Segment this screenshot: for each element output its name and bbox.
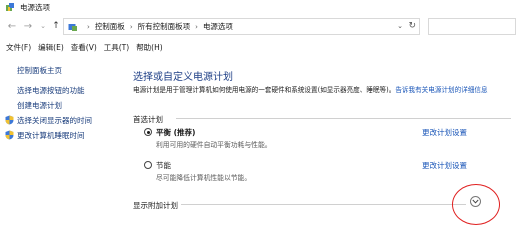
shield-icon [5, 130, 14, 140]
page-title: 选择或自定义电源计划 [133, 72, 233, 83]
change-plan-settings-link[interactable]: 更改计划设置 [422, 127, 467, 138]
sidebar-item-create-plan[interactable]: 创建电源计划 [17, 100, 62, 111]
navigation-row: ← → ⌄ ↑ › 控制面板 › 所有控制面板项 › 电源选项 ⌄ ↻ [0, 17, 520, 37]
plan-description: 尽可能降低计算机性能以节能。 [156, 174, 252, 182]
section-divider [176, 118, 511, 119]
sidebar-item-display-off[interactable]: 选择关闭显示器的时间 [17, 115, 92, 126]
window-title: 电源选项 [20, 2, 50, 12]
plan-balanced-radio[interactable] [144, 128, 152, 136]
breadcrumb-separator-icon: › [129, 22, 133, 31]
show-additional-plans-label[interactable]: 显示附加计划 [133, 200, 178, 211]
description-text: 电源计划是用于管理计算机如何使用电源的一套硬件和系统设置(如显示器亮度、睡眠等)… [133, 86, 396, 94]
search-input[interactable] [428, 18, 516, 35]
change-plan-settings-link[interactable]: 更改计划设置 [422, 160, 467, 171]
recent-dropdown-icon[interactable]: ⌄ [37, 20, 49, 32]
control-panel-icon [68, 23, 77, 31]
address-bar[interactable]: › 控制面板 › 所有控制面板项 › 电源选项 ⌄ ↻ [63, 18, 420, 35]
preferred-plans-label: 首选计划 [133, 115, 163, 124]
section-divider [181, 204, 466, 205]
forward-arrow-icon[interactable]: → [22, 20, 34, 32]
title-bar: 电源选项 [0, 0, 520, 14]
learn-more-link[interactable]: 告诉我有关电源计划的详细信息 [395, 86, 487, 94]
chevron-down-icon[interactable]: ⌄ [397, 22, 403, 30]
sidebar-item-home[interactable]: 控制面板主页 [17, 65, 62, 76]
refresh-icon[interactable]: ↻ [408, 21, 416, 31]
shield-icon [5, 115, 14, 125]
plan-name[interactable]: 平衡 (推荐) [156, 127, 195, 138]
sidebar-item-sleep-time[interactable]: 更改计算机睡眠时间 [17, 130, 85, 141]
menu-edit[interactable]: 编辑(E) [38, 42, 64, 53]
page-description: 电源计划是用于管理计算机如何使用电源的一套硬件和系统设置(如显示器亮度、睡眠等)… [133, 85, 493, 95]
red-highlight-circle [452, 184, 500, 225]
menu-file[interactable]: 文件(F) [6, 42, 31, 53]
menu-view[interactable]: 查看(V) [71, 42, 97, 53]
sidebar-item-power-button[interactable]: 选择电源按钮的功能 [17, 85, 85, 96]
breadcrumb-separator-icon: › [87, 22, 90, 31]
breadcrumb-power-options[interactable]: 电源选项 [203, 21, 233, 32]
plan-description: 利用可用的硬件自动平衡功耗与性能。 [156, 141, 272, 149]
plan-power-saver-radio[interactable] [144, 161, 152, 169]
breadcrumb-separator-icon: › [195, 22, 198, 31]
breadcrumb-all-items[interactable]: 所有控制面板项 [138, 21, 191, 32]
back-arrow-icon[interactable]: ← [6, 20, 18, 32]
plan-name[interactable]: 节能 [156, 160, 171, 171]
menu-tools[interactable]: 工具(T) [104, 42, 129, 53]
breadcrumb-control-panel[interactable]: 控制面板 [95, 21, 125, 32]
menu-help[interactable]: 帮助(H) [136, 42, 163, 53]
menu-bar: 文件(F) 编辑(E) 查看(V) 工具(T) 帮助(H) [0, 40, 170, 54]
power-options-icon [6, 3, 14, 11]
up-arrow-icon[interactable]: ↑ [50, 20, 62, 32]
